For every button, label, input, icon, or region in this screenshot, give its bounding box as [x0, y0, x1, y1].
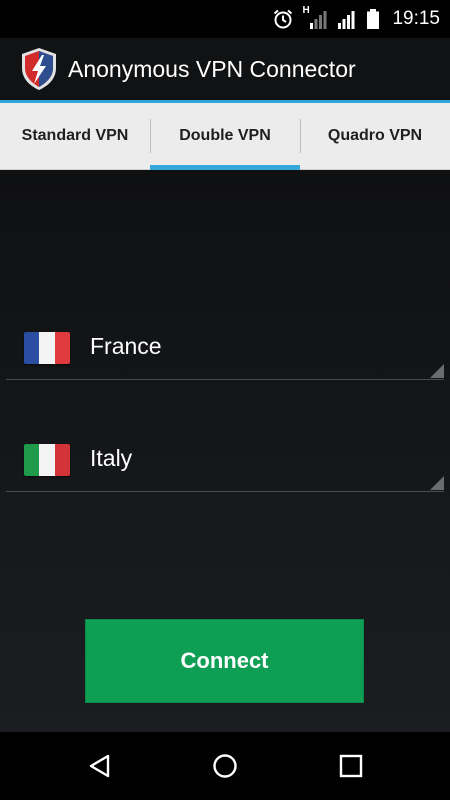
- alarm-icon: [272, 8, 294, 30]
- france-flag-icon: [24, 332, 70, 364]
- shield-lightning-logo-icon: [18, 46, 60, 92]
- spinner-underline: [6, 491, 444, 492]
- status-icons: H 19:15: [272, 0, 440, 38]
- tab-standard-vpn[interactable]: Standard VPN: [0, 103, 150, 169]
- signal-icon: [336, 9, 358, 29]
- country-spinner-second[interactable]: Italy: [6, 418, 444, 492]
- spinner-underline: [6, 379, 444, 380]
- signal-icon-h: H: [302, 5, 328, 29]
- country-name-first: France: [90, 333, 162, 359]
- navigation-bar: [0, 732, 450, 800]
- spinner-corner-icon: [430, 476, 444, 490]
- network-type-label: H: [302, 5, 310, 16]
- connect-button[interactable]: Connect: [85, 619, 364, 703]
- status-time: 19:15: [392, 8, 440, 29]
- vpn-mode-tabs: Standard VPN Double VPN Quadro VPN: [0, 103, 450, 170]
- recents-icon[interactable]: [337, 752, 365, 780]
- tab-quadro-vpn[interactable]: Quadro VPN: [300, 103, 450, 169]
- back-icon[interactable]: [86, 752, 114, 780]
- home-icon[interactable]: [211, 752, 239, 780]
- action-bar: Anonymous VPN Connector: [0, 38, 450, 100]
- country-spinner-first[interactable]: France: [6, 306, 444, 380]
- italy-flag-icon: [24, 444, 70, 476]
- status-bar: H 19:15: [0, 0, 450, 38]
- battery-icon: [366, 8, 380, 30]
- country-name-second: Italy: [90, 445, 133, 471]
- spinner-corner-icon: [430, 364, 444, 378]
- tab-double-vpn[interactable]: Double VPN: [150, 103, 300, 170]
- main-content: France Italy Connect: [0, 170, 450, 732]
- app-title: Anonymous VPN Connector: [68, 55, 356, 82]
